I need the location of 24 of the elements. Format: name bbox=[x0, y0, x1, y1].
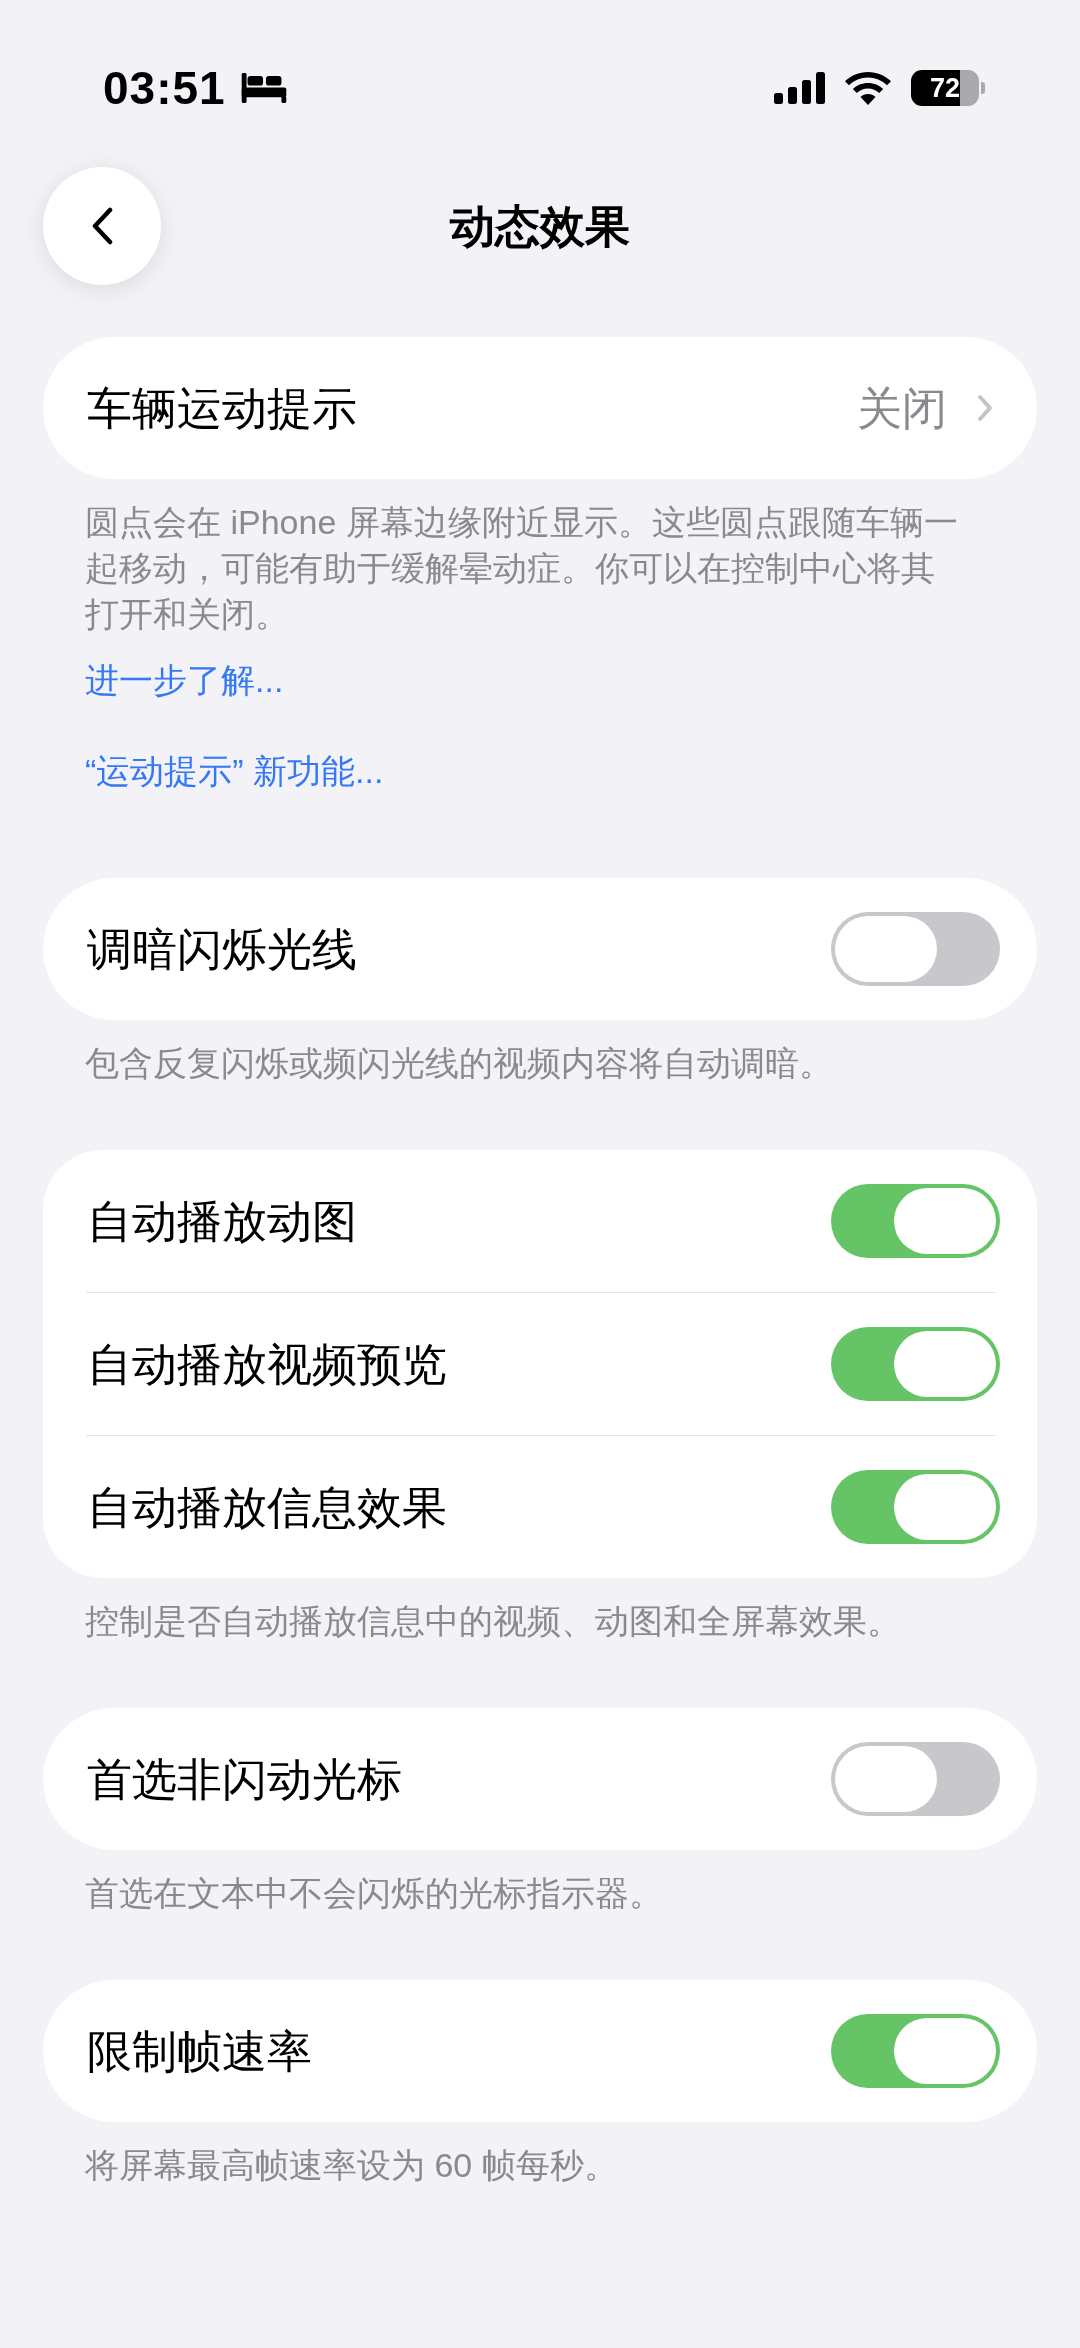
chevron-right-icon bbox=[977, 394, 993, 422]
footer-text: 包含反复闪烁或频闪光线的视频内容将自动调暗。 bbox=[84, 1043, 834, 1084]
footer-text: 圆点会在 iPhone 屏幕边缘附近显示。这些圆点跟随车辆一起移动，可能有助于缓解晕动症。你可以在控制中心将其打开和关闭。 bbox=[84, 502, 959, 635]
cellular-signal-icon bbox=[774, 72, 825, 104]
setting-label: 自动播放信息效果 bbox=[87, 1484, 447, 1530]
status-time: 03:51 bbox=[103, 65, 226, 111]
setting-value: 关闭 bbox=[857, 385, 947, 431]
footer-link[interactable]: “运动提示” 新功能... bbox=[85, 748, 384, 794]
setting-label: 首选非闪动光标 bbox=[87, 1756, 402, 1802]
settings-row[interactable]: 车辆运动提示 关闭 bbox=[43, 337, 1037, 479]
setting-label: 限制帧速率 bbox=[87, 2028, 312, 2074]
setting-label: 车辆运动提示 bbox=[87, 385, 357, 431]
footer-text: 首选在文本中不会闪烁的光标指示器。 bbox=[84, 1873, 664, 1914]
battery-indicator: 72 bbox=[911, 70, 985, 106]
chevron-left-icon bbox=[91, 207, 113, 245]
footer-text: 将屏幕最高帧速率设为 60 帧每秒。 bbox=[84, 2145, 619, 2186]
bed-icon bbox=[239, 72, 288, 104]
nav-title: 动态效果 bbox=[450, 203, 630, 249]
footer-link[interactable]: 进一步了解... bbox=[85, 657, 284, 703]
setting-label: 自动播放视频预览 bbox=[87, 1341, 447, 1387]
setting-label: 自动播放动图 bbox=[87, 1198, 357, 1244]
setting-label: 调暗闪烁光线 bbox=[87, 926, 357, 972]
wifi-icon bbox=[845, 71, 891, 105]
footer-text: 控制是否自动播放信息中的视频、动图和全屏幕效果。 bbox=[84, 1601, 902, 1642]
